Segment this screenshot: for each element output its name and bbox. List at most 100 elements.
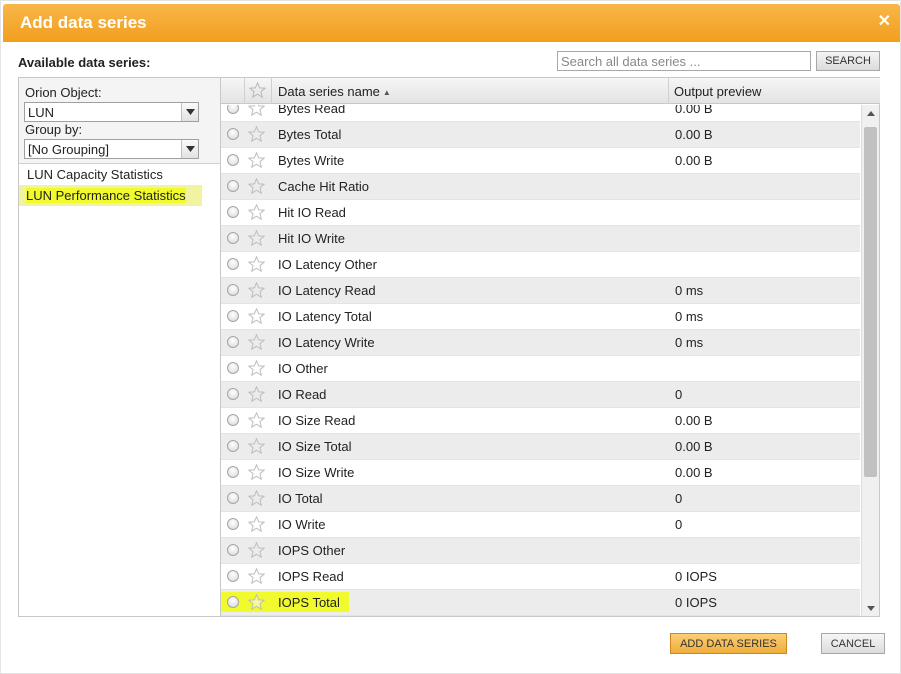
grid-scrollbar[interactable]	[861, 105, 879, 616]
star-icon[interactable]	[248, 360, 265, 376]
row-radio-button[interactable]	[227, 180, 239, 192]
star-icon[interactable]	[248, 126, 265, 142]
row-radio-button[interactable]	[227, 518, 239, 530]
star-icon[interactable]	[248, 334, 265, 350]
row-radio-button[interactable]	[227, 414, 239, 426]
star-icon[interactable]	[248, 105, 265, 116]
row-radio-button[interactable]	[227, 336, 239, 348]
table-row[interactable]: IO Latency Write 0 ms	[221, 330, 860, 356]
table-row[interactable]: Bytes Total 0.00 B	[221, 122, 860, 148]
star-icon[interactable]	[248, 204, 265, 220]
table-row[interactable]: IO Total 0	[221, 486, 860, 512]
search-input[interactable]	[557, 51, 811, 71]
close-icon[interactable]: ✕	[878, 14, 891, 30]
cancel-button[interactable]: CANCEL	[821, 633, 885, 654]
row-radio-button[interactable]	[227, 105, 239, 114]
star-icon[interactable]	[248, 178, 265, 194]
table-row[interactable]: Bytes Read 0.00 B	[221, 105, 860, 122]
table-row[interactable]: IO Size Total 0.00 B	[221, 434, 860, 460]
row-radio-button[interactable]	[227, 258, 239, 270]
chevron-down-icon[interactable]	[181, 103, 198, 121]
sort-ascending-icon: ▲	[382, 88, 391, 97]
filter-area: Orion Object: LUN Group by: [No Grouping…	[19, 78, 220, 164]
table-row[interactable]: IO Write 0	[221, 512, 860, 538]
row-radio-button[interactable]	[227, 466, 239, 478]
table-row[interactable]: IO Latency Other	[221, 252, 860, 278]
row-series-name: IOPS Total	[278, 595, 340, 610]
table-row[interactable]: Cache Hit Ratio	[221, 174, 860, 200]
data-series-panel: Orion Object: LUN Group by: [No Grouping…	[18, 77, 880, 617]
star-icon[interactable]	[248, 412, 265, 428]
table-row[interactable]: Hit IO Write	[221, 226, 860, 252]
row-series-name: IO Other	[278, 361, 328, 376]
grid-rows: Bytes Read 0.00 B Bytes Total 0.00 B Bytes W…	[221, 105, 860, 616]
table-row[interactable]: IOPS Read 0 IOPS	[221, 564, 860, 590]
row-radio-button[interactable]	[227, 596, 239, 608]
scroll-down-icon[interactable]	[862, 600, 879, 616]
scroll-up-icon[interactable]	[862, 105, 879, 121]
table-row[interactable]: IOPS Total 0 IOPS	[221, 590, 860, 616]
row-radio-button[interactable]	[227, 492, 239, 504]
row-radio-button[interactable]	[227, 362, 239, 374]
row-output-preview: 0 IOPS	[675, 569, 717, 584]
group-by-select[interactable]: [No Grouping]	[24, 139, 199, 159]
row-series-name: Bytes Write	[278, 153, 345, 168]
left-item-lun-capacity[interactable]: LUN Capacity Statistics	[20, 164, 203, 185]
star-icon[interactable]	[248, 438, 265, 454]
table-row[interactable]: IO Size Write 0.00 B	[221, 460, 860, 486]
orion-object-select[interactable]: LUN	[24, 102, 199, 122]
star-icon[interactable]	[248, 594, 265, 610]
row-radio-button[interactable]	[227, 206, 239, 218]
row-output-preview: 0.00 B	[675, 153, 713, 168]
star-icon	[249, 82, 266, 98]
header-output-column[interactable]: Output preview	[669, 78, 880, 104]
star-icon[interactable]	[248, 152, 265, 168]
row-radio-button[interactable]	[227, 310, 239, 322]
left-item-lun-performance[interactable]: LUN Performance Statistics	[19, 185, 202, 206]
table-row[interactable]: Bytes Write 0.00 B	[221, 148, 860, 174]
star-icon[interactable]	[248, 490, 265, 506]
row-series-name: IO Total	[278, 491, 323, 506]
table-row[interactable]: IO Latency Read 0 ms	[221, 278, 860, 304]
search-button[interactable]: SEARCH	[816, 51, 880, 71]
star-icon[interactable]	[248, 542, 265, 558]
star-icon[interactable]	[248, 464, 265, 480]
star-icon[interactable]	[248, 516, 265, 532]
table-row[interactable]: IO Size Read 0.00 B	[221, 408, 860, 434]
star-icon[interactable]	[248, 230, 265, 246]
scrollbar-thumb[interactable]	[864, 127, 877, 477]
header-favorite-column[interactable]	[245, 78, 272, 104]
star-icon[interactable]	[248, 282, 265, 298]
header-name-column[interactable]: Data series name ▲	[272, 78, 669, 104]
row-radio-button[interactable]	[227, 544, 239, 556]
available-data-series-label: Available data series:	[18, 55, 151, 70]
row-series-name: Bytes Total	[278, 127, 342, 142]
left-item-label: LUN Performance Statistics	[26, 188, 186, 203]
table-row[interactable]: IO Other	[221, 356, 860, 382]
left-item-label: LUN Capacity Statistics	[27, 167, 163, 182]
table-row[interactable]: IOPS Other	[221, 538, 860, 564]
row-output-preview: 0 ms	[675, 335, 704, 350]
star-icon[interactable]	[248, 386, 265, 402]
row-radio-button[interactable]	[227, 388, 239, 400]
orion-object-value: LUN	[28, 105, 55, 120]
add-data-series-button[interactable]: ADD DATA SERIES	[670, 633, 787, 654]
row-radio-button[interactable]	[227, 128, 239, 140]
star-icon[interactable]	[248, 568, 265, 584]
star-icon[interactable]	[248, 308, 265, 324]
row-output-preview: 0	[675, 517, 683, 532]
row-output-preview: 0 IOPS	[675, 595, 717, 610]
row-series-name: IOPS Other	[278, 543, 346, 558]
row-radio-button[interactable]	[227, 232, 239, 244]
row-radio-button[interactable]	[227, 440, 239, 452]
table-row[interactable]: Hit IO Read	[221, 200, 860, 226]
grid-header: Data series name ▲ Output preview	[221, 78, 880, 104]
table-row[interactable]: IO Latency Total 0 ms	[221, 304, 860, 330]
row-radio-button[interactable]	[227, 284, 239, 296]
star-icon[interactable]	[248, 256, 265, 272]
row-radio-button[interactable]	[227, 154, 239, 166]
table-row[interactable]: IO Read 0	[221, 382, 860, 408]
row-series-name: Hit IO Write	[278, 231, 345, 246]
chevron-down-icon[interactable]	[181, 140, 198, 158]
row-radio-button[interactable]	[227, 570, 239, 582]
